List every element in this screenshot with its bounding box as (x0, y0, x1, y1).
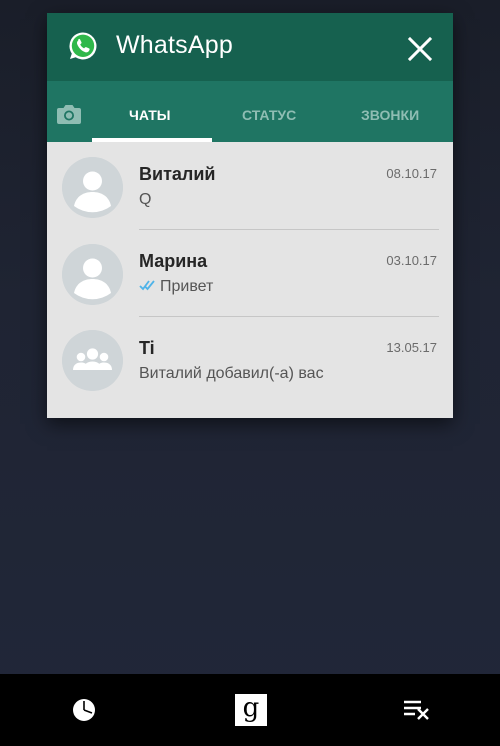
pie-chart-icon[interactable] (72, 698, 96, 722)
person-avatar-icon (62, 157, 123, 218)
system-navigation-bar: g (0, 674, 500, 746)
whatsapp-recent-app-card[interactable]: WhatsApp ЧАТЫ СТАТУС ЗВОНКИ Виталий 08.1… (47, 13, 453, 418)
card-header: WhatsApp (47, 13, 453, 81)
chat-row[interactable]: Виталий 08.10.17 Q (47, 142, 453, 230)
chat-row[interactable]: Ti 13.05.17 Виталий добавил(-а) вас (47, 316, 453, 403)
close-icon[interactable] (405, 34, 435, 64)
chat-last-message: Q (139, 191, 152, 208)
tab-bar: ЧАТЫ СТАТУС ЗВОНКИ (47, 81, 453, 142)
chat-name: Ti (139, 338, 155, 358)
chat-name: Марина (139, 251, 208, 271)
google-glyph: g (242, 693, 260, 723)
chat-last-message: Виталий добавил(-а) вас (139, 365, 324, 382)
tab-status[interactable]: СТАТУС (242, 107, 296, 123)
whatsapp-logo-icon (69, 32, 97, 60)
chat-date: 13.05.17 (386, 340, 437, 355)
read-ticks-icon (139, 280, 155, 291)
app-title: WhatsApp (116, 31, 233, 59)
person-avatar-icon (62, 244, 123, 305)
chat-last-message: Привет (160, 278, 214, 295)
clear-all-icon[interactable] (404, 700, 430, 720)
chat-name: Виталий (139, 164, 216, 184)
tab-calls[interactable]: ЗВОНКИ (361, 107, 419, 123)
chat-date: 08.10.17 (386, 166, 437, 181)
chat-last-message-row: Привет (139, 278, 213, 296)
camera-icon[interactable] (56, 103, 82, 125)
chat-row[interactable]: Марина 03.10.17 Привет (47, 229, 453, 317)
group-avatar-icon (62, 330, 123, 391)
chat-date: 03.10.17 (386, 253, 437, 268)
tab-chats[interactable]: ЧАТЫ (129, 107, 171, 123)
google-search-icon[interactable]: g (235, 694, 267, 726)
